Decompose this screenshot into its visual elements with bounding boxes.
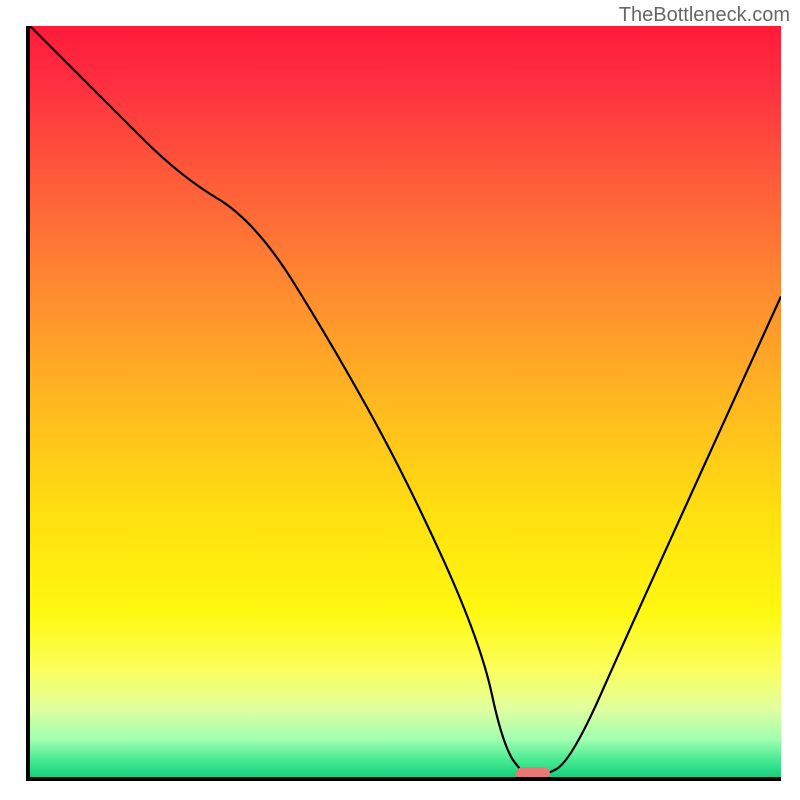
chart-container: TheBottleneck.com [0, 0, 800, 800]
curve-svg [30, 26, 781, 777]
bottleneck-curve-path [30, 26, 781, 777]
plot-area [26, 26, 781, 781]
optimal-marker [516, 767, 550, 781]
watermark-text: TheBottleneck.com [619, 4, 790, 27]
